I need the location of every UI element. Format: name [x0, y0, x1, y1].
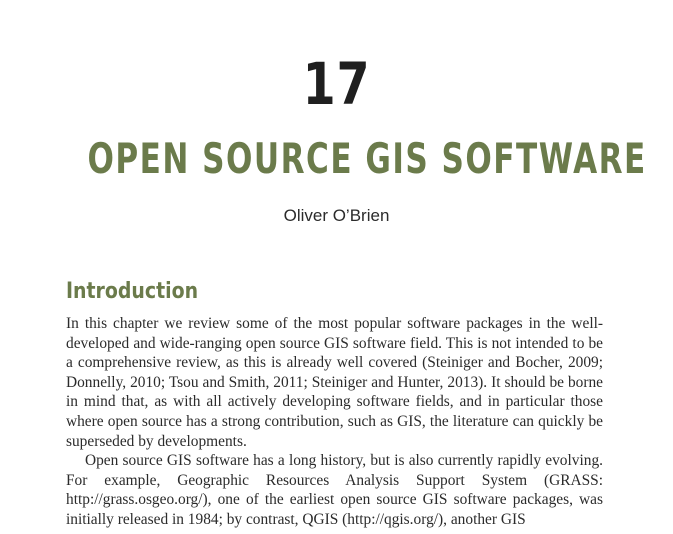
author-name: Oliver O’Brien: [283, 206, 390, 225]
chapter-number: 17: [302, 50, 371, 118]
chapter-title: OPEN SOURCE GIS SOFTWARE: [87, 134, 647, 183]
paragraph: In this chapter we review some of the mo…: [66, 315, 603, 450]
section-heading: Introduction: [66, 279, 199, 304]
paragraph: Open source GIS software has a long hist…: [66, 452, 603, 528]
book-page: 17 OPEN SOURCE GIS SOFTWARE Oliver O’Bri…: [0, 0, 673, 534]
body-text: In this chapter we review some of the mo…: [66, 314, 603, 530]
